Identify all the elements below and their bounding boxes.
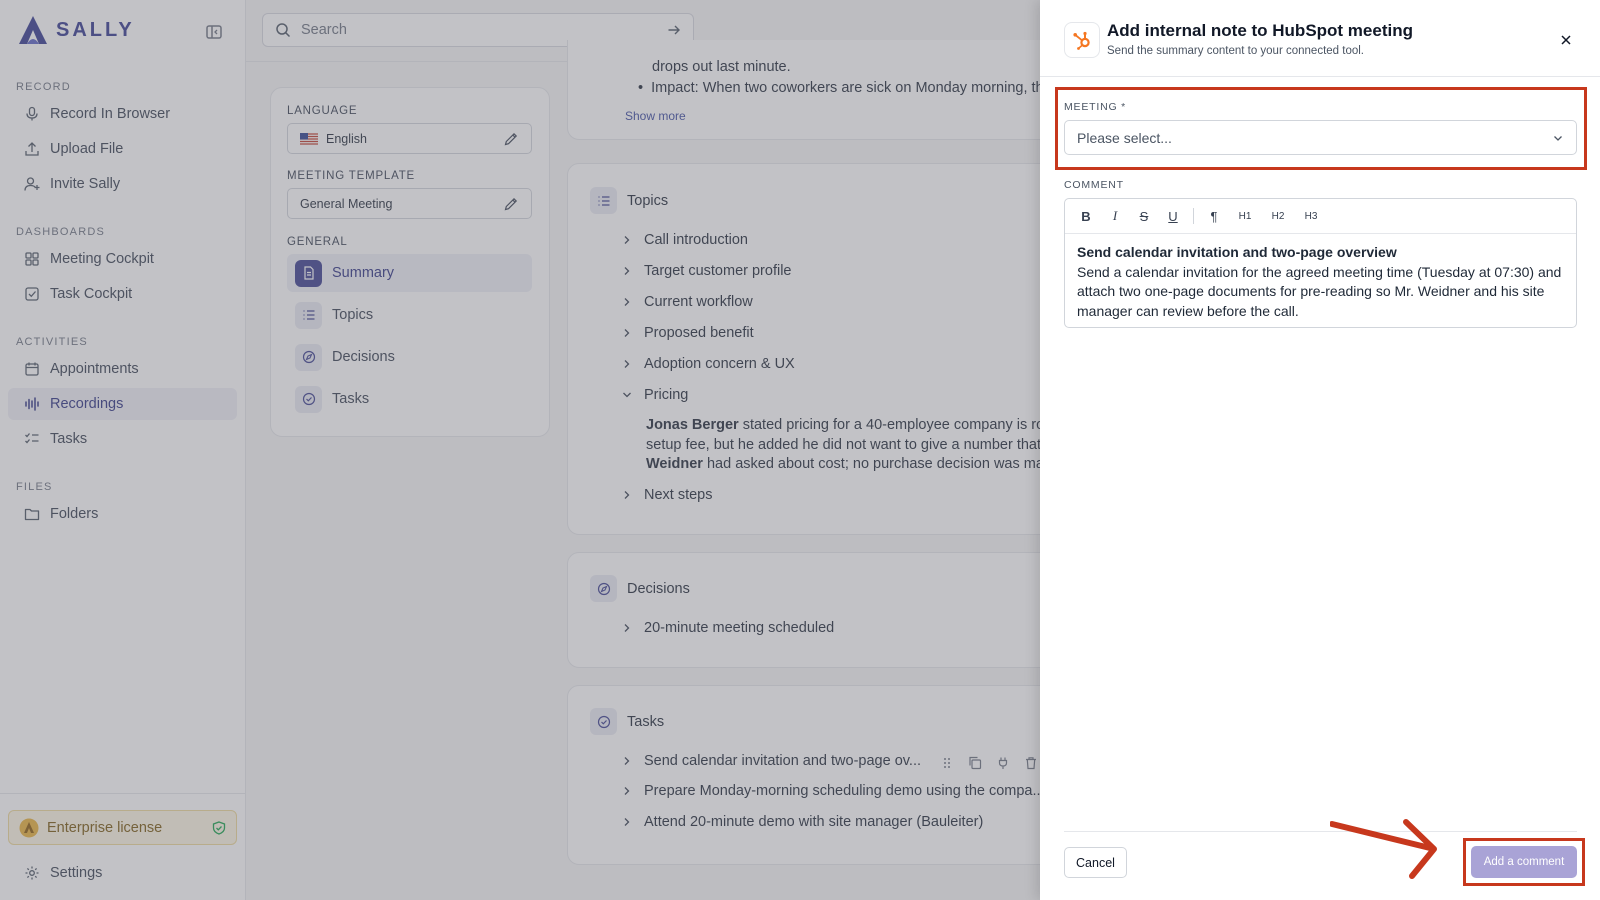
annotation-arrow-icon: [1330, 819, 1437, 879]
heading3-button[interactable]: H3: [1300, 207, 1322, 225]
strikethrough-button[interactable]: S: [1135, 207, 1153, 225]
heading2-button[interactable]: H2: [1267, 207, 1289, 225]
hubspot-note-drawer: Add internal note to HubSpot meeting Sen…: [1040, 0, 1600, 900]
drawer-title: Add internal note to HubSpot meeting: [1107, 21, 1413, 40]
comment-body: Send a calendar invitation for the agree…: [1077, 263, 1562, 319]
comment-editor[interactable]: B I S U ¶ H1 H2 H3 Send calendar invitat…: [1064, 198, 1577, 328]
paragraph-button[interactable]: ¶: [1205, 207, 1223, 225]
close-icon[interactable]: [1558, 32, 1574, 48]
underline-button[interactable]: U: [1164, 207, 1182, 225]
drawer-subtitle: Send the summary content to your connect…: [1107, 45, 1364, 57]
meeting-highlight-box: [1055, 87, 1587, 170]
bold-button[interactable]: B: [1077, 207, 1095, 225]
submit-highlight-box: [1463, 838, 1585, 886]
modal-backdrop[interactable]: [0, 0, 1040, 900]
drawer-header-divider: [1040, 76, 1600, 77]
comment-label: COMMENT: [1064, 179, 1124, 191]
heading1-button[interactable]: H1: [1234, 207, 1256, 225]
editor-toolbar: B I S U ¶ H1 H2 H3: [1065, 199, 1576, 234]
cancel-button[interactable]: Cancel: [1064, 847, 1127, 878]
drawer-footer-divider: [1064, 831, 1577, 832]
toolbar-separator: [1193, 208, 1194, 224]
italic-button[interactable]: I: [1106, 207, 1124, 225]
hubspot-logo-icon: [1064, 22, 1100, 58]
editor-content[interactable]: Send calendar invitation and two-page ov…: [1065, 234, 1576, 330]
comment-heading: Send calendar invitation and two-page ov…: [1077, 244, 1397, 260]
